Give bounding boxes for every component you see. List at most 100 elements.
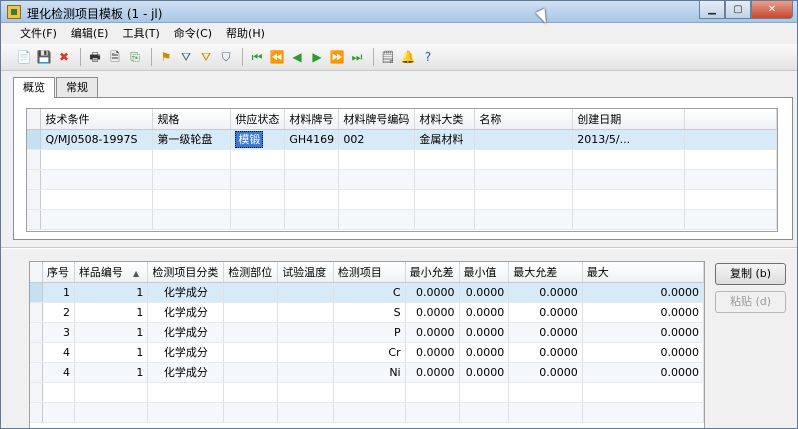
delete-icon[interactable]: ✖ bbox=[55, 48, 73, 66]
print-preview-icon[interactable]: 🗎 bbox=[106, 48, 124, 66]
table-cell[interactable]: Q/MJ0508-1997S bbox=[40, 129, 154, 150]
table-cell[interactable] bbox=[147, 382, 225, 403]
table-cell[interactable]: 0.0000 bbox=[459, 322, 510, 343]
table-row[interactable] bbox=[27, 169, 777, 190]
table-cell[interactable]: 1 bbox=[74, 362, 149, 383]
table-cell[interactable]: Ni bbox=[333, 362, 406, 383]
table-cell[interactable]: 0.0000 bbox=[582, 342, 704, 363]
table-cell[interactable] bbox=[42, 382, 75, 403]
table-cell[interactable]: 0.0000 bbox=[508, 362, 583, 383]
tab-overview[interactable]: 概览 bbox=[13, 77, 55, 98]
row-header[interactable] bbox=[30, 402, 44, 423]
table-cell[interactable]: 0.0000 bbox=[405, 362, 460, 383]
row-header[interactable] bbox=[30, 302, 44, 323]
table-cell[interactable] bbox=[474, 189, 574, 210]
table-row[interactable] bbox=[27, 189, 777, 210]
table-cell[interactable] bbox=[474, 209, 574, 230]
menu-command[interactable]: 命令(C) bbox=[167, 23, 219, 44]
table-cell[interactable] bbox=[414, 169, 476, 190]
table-cell[interactable] bbox=[572, 169, 686, 190]
table-cell[interactable] bbox=[414, 209, 476, 230]
table-cell[interactable] bbox=[338, 169, 416, 190]
table-cell[interactable] bbox=[277, 342, 334, 363]
table-cell[interactable] bbox=[74, 402, 149, 423]
table-cell[interactable]: 第一级轮盘 bbox=[152, 129, 232, 150]
title-bar[interactable]: 理化检测项目模板 (1 - jl) ▁ ▢ ✕ bbox=[1, 1, 797, 23]
table-cell[interactable] bbox=[414, 189, 476, 210]
table-cell[interactable] bbox=[333, 382, 406, 403]
table-cell[interactable]: 模锻 bbox=[230, 129, 286, 150]
filter-clear-icon[interactable]: ⛉ bbox=[217, 48, 235, 66]
table-cell[interactable] bbox=[474, 129, 574, 150]
table-cell[interactable] bbox=[277, 362, 334, 383]
table-cell[interactable] bbox=[572, 189, 686, 210]
row-header[interactable] bbox=[27, 209, 42, 230]
notes-icon[interactable]: 🗒 bbox=[379, 48, 397, 66]
table-cell[interactable]: 0.0000 bbox=[508, 322, 583, 343]
upper-column-header[interactable]: 材料大类 bbox=[414, 109, 476, 130]
table-cell[interactable] bbox=[277, 382, 334, 403]
filter-apply-icon[interactable]: ⛛ bbox=[197, 48, 215, 66]
table-cell[interactable] bbox=[223, 302, 279, 323]
upper-column-header[interactable]: 材料牌号编码 bbox=[338, 109, 416, 130]
table-cell[interactable]: 金属材料 bbox=[414, 129, 476, 150]
table-cell[interactable]: 0.0000 bbox=[459, 302, 510, 323]
row-header[interactable] bbox=[30, 282, 44, 303]
table-cell[interactable] bbox=[459, 402, 510, 423]
paste-button[interactable]: 粘贴 (d) bbox=[715, 291, 786, 313]
table-cell[interactable]: 002 bbox=[338, 129, 416, 150]
table-cell[interactable] bbox=[223, 282, 279, 303]
table-cell[interactable] bbox=[508, 382, 583, 403]
lower-column-header[interactable]: 检测项目 bbox=[333, 262, 406, 283]
row-header[interactable] bbox=[27, 169, 42, 190]
new-icon[interactable]: 📄 bbox=[15, 48, 33, 66]
lower-column-header[interactable]: 样品编号 ▲ bbox=[74, 262, 149, 283]
table-row[interactable] bbox=[30, 402, 704, 423]
table-cell[interactable]: 4 bbox=[42, 362, 75, 383]
alert-icon[interactable]: 🔔 bbox=[399, 48, 417, 66]
row-header[interactable] bbox=[27, 129, 42, 150]
table-cell[interactable] bbox=[508, 402, 583, 423]
lower-column-header[interactable]: 试验温度 bbox=[277, 262, 334, 283]
table-cell[interactable] bbox=[223, 402, 279, 423]
table-cell[interactable] bbox=[284, 169, 340, 190]
table-cell[interactable]: C bbox=[333, 282, 406, 303]
table-row[interactable]: 4 1 化学成分 Ni 0.0000 0.0000 0.0000 0.0000 bbox=[30, 362, 704, 383]
row-header[interactable] bbox=[30, 362, 44, 383]
menu-tools[interactable]: 工具(T) bbox=[115, 23, 166, 44]
export-icon[interactable]: ⎘ bbox=[126, 48, 144, 66]
lower-column-header[interactable]: 检测项目分类 bbox=[147, 262, 225, 283]
table-cell[interactable]: 化学成分 bbox=[147, 282, 225, 303]
lower-column-header[interactable]: 最小值 bbox=[459, 262, 510, 283]
table-cell[interactable] bbox=[474, 149, 574, 170]
table-cell[interactable] bbox=[474, 169, 574, 190]
table-cell[interactable]: 0.0000 bbox=[582, 302, 704, 323]
table-cell[interactable]: 0.0000 bbox=[459, 362, 510, 383]
upper-column-header[interactable]: 技术条件 bbox=[40, 109, 154, 130]
first-record-icon[interactable]: ⏮ bbox=[248, 48, 266, 66]
print-icon[interactable]: 🖶 bbox=[86, 48, 104, 66]
table-cell[interactable] bbox=[230, 209, 286, 230]
table-row[interactable]: 2 1 化学成分 S 0.0000 0.0000 0.0000 0.0000 bbox=[30, 302, 704, 323]
table-cell[interactable] bbox=[284, 149, 340, 170]
table-cell[interactable]: 3 bbox=[42, 322, 75, 343]
row-header[interactable] bbox=[27, 149, 42, 170]
filter-add-icon[interactable]: ⚑ bbox=[157, 48, 175, 66]
table-row[interactable] bbox=[30, 382, 704, 403]
table-cell[interactable]: 0.0000 bbox=[508, 282, 583, 303]
upper-column-header[interactable]: 规格 bbox=[152, 109, 232, 130]
lower-column-header[interactable]: 检测部位 bbox=[223, 262, 279, 283]
lower-column-header[interactable]: 最小允差 bbox=[405, 262, 460, 283]
table-cell[interactable] bbox=[223, 322, 279, 343]
row-header[interactable] bbox=[27, 189, 42, 210]
table-cell[interactable] bbox=[40, 189, 154, 210]
table-cell[interactable]: 0.0000 bbox=[508, 342, 583, 363]
table-cell[interactable] bbox=[338, 189, 416, 210]
table-cell[interactable] bbox=[582, 382, 704, 403]
table-cell[interactable] bbox=[40, 209, 154, 230]
table-cell[interactable] bbox=[405, 402, 460, 423]
last-record-icon[interactable]: ⏭ bbox=[348, 48, 366, 66]
table-cell[interactable]: P bbox=[333, 322, 406, 343]
table-cell[interactable]: 1 bbox=[42, 282, 75, 303]
table-cell[interactable]: 0.0000 bbox=[405, 342, 460, 363]
